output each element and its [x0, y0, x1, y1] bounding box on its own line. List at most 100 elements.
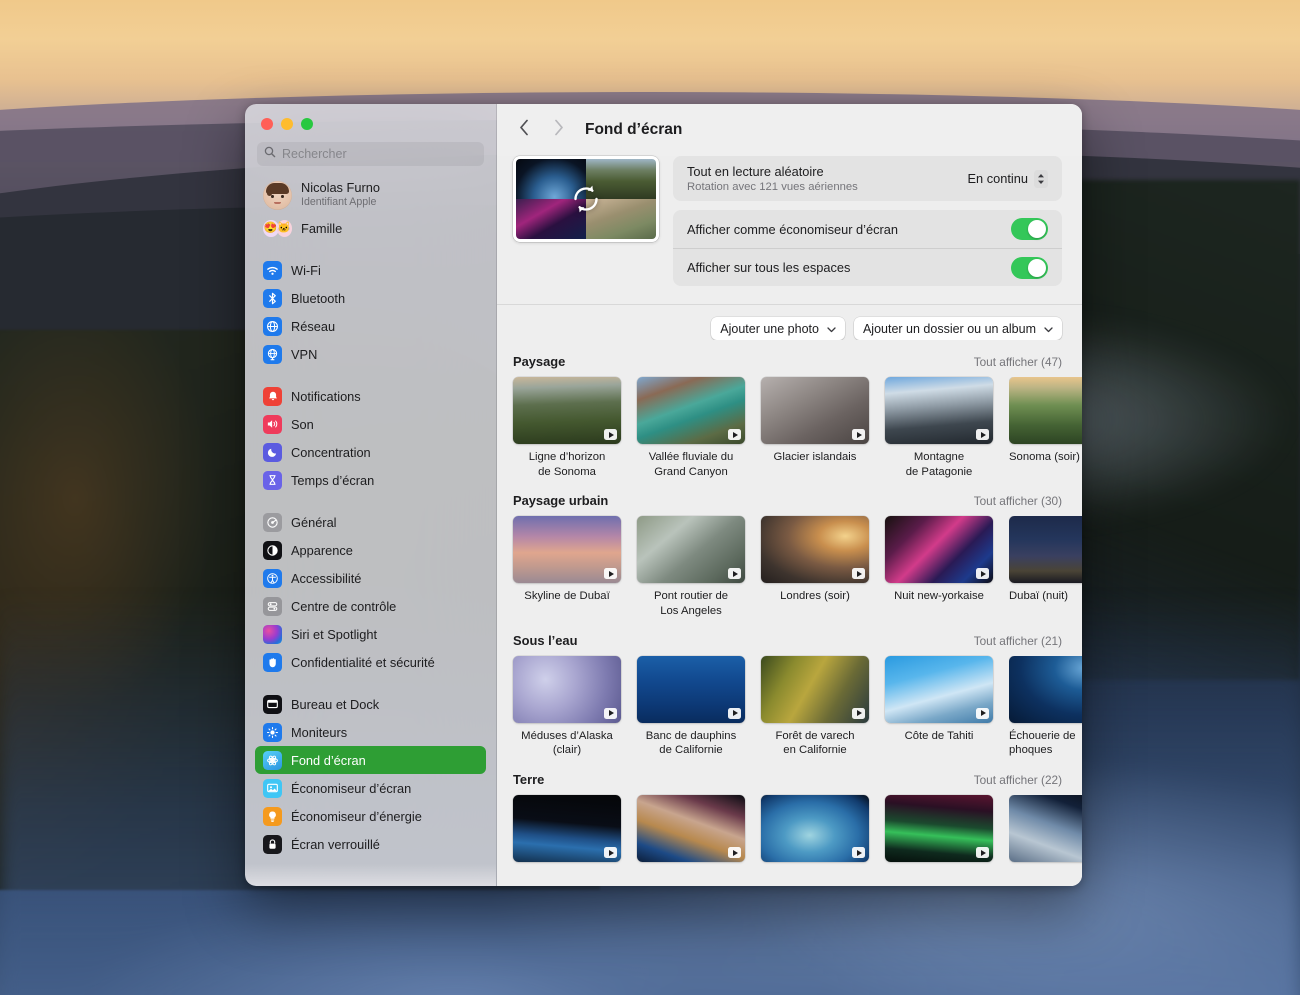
sidebar-item-label: Économiseur d’écran [291, 780, 412, 796]
wallpaper-tile[interactable]: Skyline de Dubaï [513, 516, 621, 618]
sidebar: Nicolas Furno Identifiant Apple 😍 🐱 Fami… [245, 104, 497, 886]
tile-thumbnail [1009, 795, 1082, 863]
wallpaper-tile[interactable]: Banc de dauphins de Californie [637, 655, 745, 758]
wallpaper-tile[interactable] [637, 795, 745, 868]
play-badge [852, 707, 865, 719]
sidebar-item-vpn[interactable]: VPN [255, 340, 486, 368]
wallpaper-tile[interactable]: Londres (soir) [761, 516, 869, 618]
sidebar-item-fond-decran[interactable]: Fond d’écran [255, 746, 486, 774]
shuffle-interval-value: En continu [967, 171, 1028, 186]
wallpaper-tile[interactable]: Côte de Tahiti [885, 655, 993, 758]
show-as-screensaver-toggle[interactable] [1011, 218, 1048, 240]
tile-thumbnail [637, 377, 745, 444]
tile-caption: Ligne d’horizon de Sonoma [528, 451, 606, 478]
close-button[interactable] [261, 118, 273, 130]
sidebar-item-apple-account[interactable]: Nicolas Furno Identifiant Apple [255, 176, 486, 214]
toggle-label: Afficher comme économiseur d’écran [687, 221, 899, 237]
wallpaper-preview[interactable] [513, 156, 659, 242]
wallpaper-tile[interactable]: Ligne d’horizon de Sonoma [513, 377, 621, 479]
section-title: Sous l’eau [513, 632, 578, 648]
tile-thumbnail [885, 655, 993, 723]
sidebar-scroll[interactable]: Nicolas Furno Identifiant Apple 😍 🐱 Fami… [245, 166, 496, 858]
sidebar-item-economiseur-denergie[interactable]: Économiseur d’énergie [255, 802, 486, 830]
rotate-icon [568, 181, 604, 217]
sidebar-item-label: Temps d’écran [291, 472, 375, 488]
tile-thumbnail [637, 655, 745, 723]
sidebar-item-wifi[interactable]: Wi-Fi [255, 256, 486, 284]
sidebar-item-famille[interactable]: 😍 🐱 Famille [255, 214, 486, 242]
wallpaper-tile[interactable]: Glacier islandais [761, 377, 869, 479]
wallpaper-tile[interactable]: Méduses d’Alaska (clair) [513, 655, 621, 758]
sidebar-item-reseau[interactable]: Réseau [255, 312, 486, 340]
toggle-row-screensaver[interactable]: Afficher comme économiseur d’écran [673, 210, 1062, 248]
sidebar-item-accessibilite[interactable]: Accessibilité [255, 564, 486, 592]
wallpaper-settings-section: Tout en lecture aléatoire Rotation avec … [497, 156, 1082, 305]
show-all-link[interactable]: Tout afficher (30) [974, 494, 1062, 508]
show-all-link[interactable]: Tout afficher (22) [974, 773, 1062, 787]
search-box[interactable] [257, 142, 484, 166]
globe-icon [263, 316, 282, 336]
wallpaper-tile[interactable]: Pont routier de Los Angeles [637, 516, 745, 618]
wallpaper-tile[interactable]: Sonoma (soir) [1009, 377, 1082, 479]
section-header: Terre Tout afficher (22) [513, 772, 1082, 787]
play-badge [728, 568, 741, 580]
add-folder-or-album-button[interactable]: Ajouter un dossier ou un album [853, 317, 1062, 340]
back-button[interactable] [513, 117, 535, 143]
minimize-button[interactable] [281, 118, 293, 130]
sidebar-item-label: Économiseur d’énergie [291, 808, 422, 824]
play-badge [852, 568, 865, 580]
tile-thumbnail [761, 795, 869, 863]
wallpaper-tile[interactable]: Montagne de Patagonie [885, 377, 993, 479]
tile-caption: Méduses d’Alaska (clair) [521, 729, 613, 757]
sidebar-item-notifications[interactable]: Notifications [255, 382, 486, 410]
wallpaper-gallery[interactable]: Paysage Tout afficher (47) Ligne d’horiz… [497, 340, 1082, 886]
screensaver-icon [263, 778, 282, 798]
control-center-icon [263, 596, 282, 616]
toolbar: Fond d’écran [497, 104, 1082, 156]
forward-button[interactable] [547, 117, 569, 143]
tile-thumbnail [1009, 377, 1082, 444]
show-all-link[interactable]: Tout afficher (21) [974, 634, 1062, 648]
sidebar-item-label: Concentration [291, 444, 371, 460]
tile-caption: Côte de Tahiti [904, 729, 974, 742]
wallpaper-tile[interactable]: Nuit new-yorkaise [885, 516, 993, 618]
sidebar-item-siri-et-spotlight[interactable]: Siri et Spotlight [255, 620, 486, 648]
shuffle-interval-stepper[interactable]: En continu [967, 169, 1048, 188]
sidebar-item-general[interactable]: Général [255, 508, 486, 536]
zoom-button[interactable] [301, 118, 313, 130]
sidebar-item-bluetooth[interactable]: Bluetooth [255, 284, 486, 312]
display-icon [263, 722, 282, 742]
wallpaper-tile[interactable]: Vallée fluviale du Grand Canyon [637, 377, 745, 479]
wallpaper-tile[interactable] [761, 795, 869, 868]
sidebar-item-bureau-et-dock[interactable]: Bureau et Dock [255, 690, 486, 718]
sidebar-item-concentration[interactable]: Concentration [255, 438, 486, 466]
show-on-all-spaces-toggle[interactable] [1011, 256, 1048, 279]
wallpaper-tile[interactable]: Forêt de varech en Californie [761, 655, 869, 758]
add-photo-button[interactable]: Ajouter une photo [711, 317, 845, 340]
tile-thumbnail [885, 516, 993, 584]
appearance-icon [263, 540, 282, 560]
sidebar-item-label: Moniteurs [291, 724, 348, 740]
sidebar-item-ecran-verrouille[interactable]: Écran verrouillé [255, 830, 486, 858]
tile-thumbnail [637, 795, 745, 863]
sidebar-item-apparence[interactable]: Apparence [255, 536, 486, 564]
sidebar-item-son[interactable]: Son [255, 410, 486, 438]
sidebar-item-temps-decran[interactable]: Temps d’écran [255, 466, 486, 494]
wallpaper-tile[interactable] [885, 795, 993, 868]
tile-caption: Pont routier de Los Angeles [653, 590, 729, 618]
wallpaper-tile[interactable] [1009, 795, 1082, 868]
sidebar-item-economiseur-decran[interactable]: Économiseur d’écran [255, 774, 486, 802]
sidebar-item-centre-de-controle[interactable]: Centre de contrôle [255, 592, 486, 620]
toggle-row-all-spaces[interactable]: Afficher sur tous les espaces [673, 248, 1062, 286]
shuffle-row[interactable]: Tout en lecture aléatoire Rotation avec … [673, 156, 1062, 201]
bell-icon [263, 386, 282, 406]
wallpaper-tile[interactable]: Dubaï (nuit) [1009, 516, 1082, 618]
section-paysage-urbain: Paysage urbain Tout afficher (30) Skylin… [513, 479, 1082, 618]
show-all-link[interactable]: Tout afficher (47) [974, 355, 1062, 369]
wallpaper-tile[interactable] [513, 795, 621, 868]
sidebar-item-confidentialite-et-securite[interactable]: Confidentialité et sécurité [255, 648, 486, 676]
section-items [513, 795, 1082, 868]
sidebar-item-moniteurs[interactable]: Moniteurs [255, 718, 486, 746]
search-input[interactable] [282, 147, 477, 161]
wallpaper-tile[interactable]: Échouerie de phoques [1009, 655, 1082, 758]
